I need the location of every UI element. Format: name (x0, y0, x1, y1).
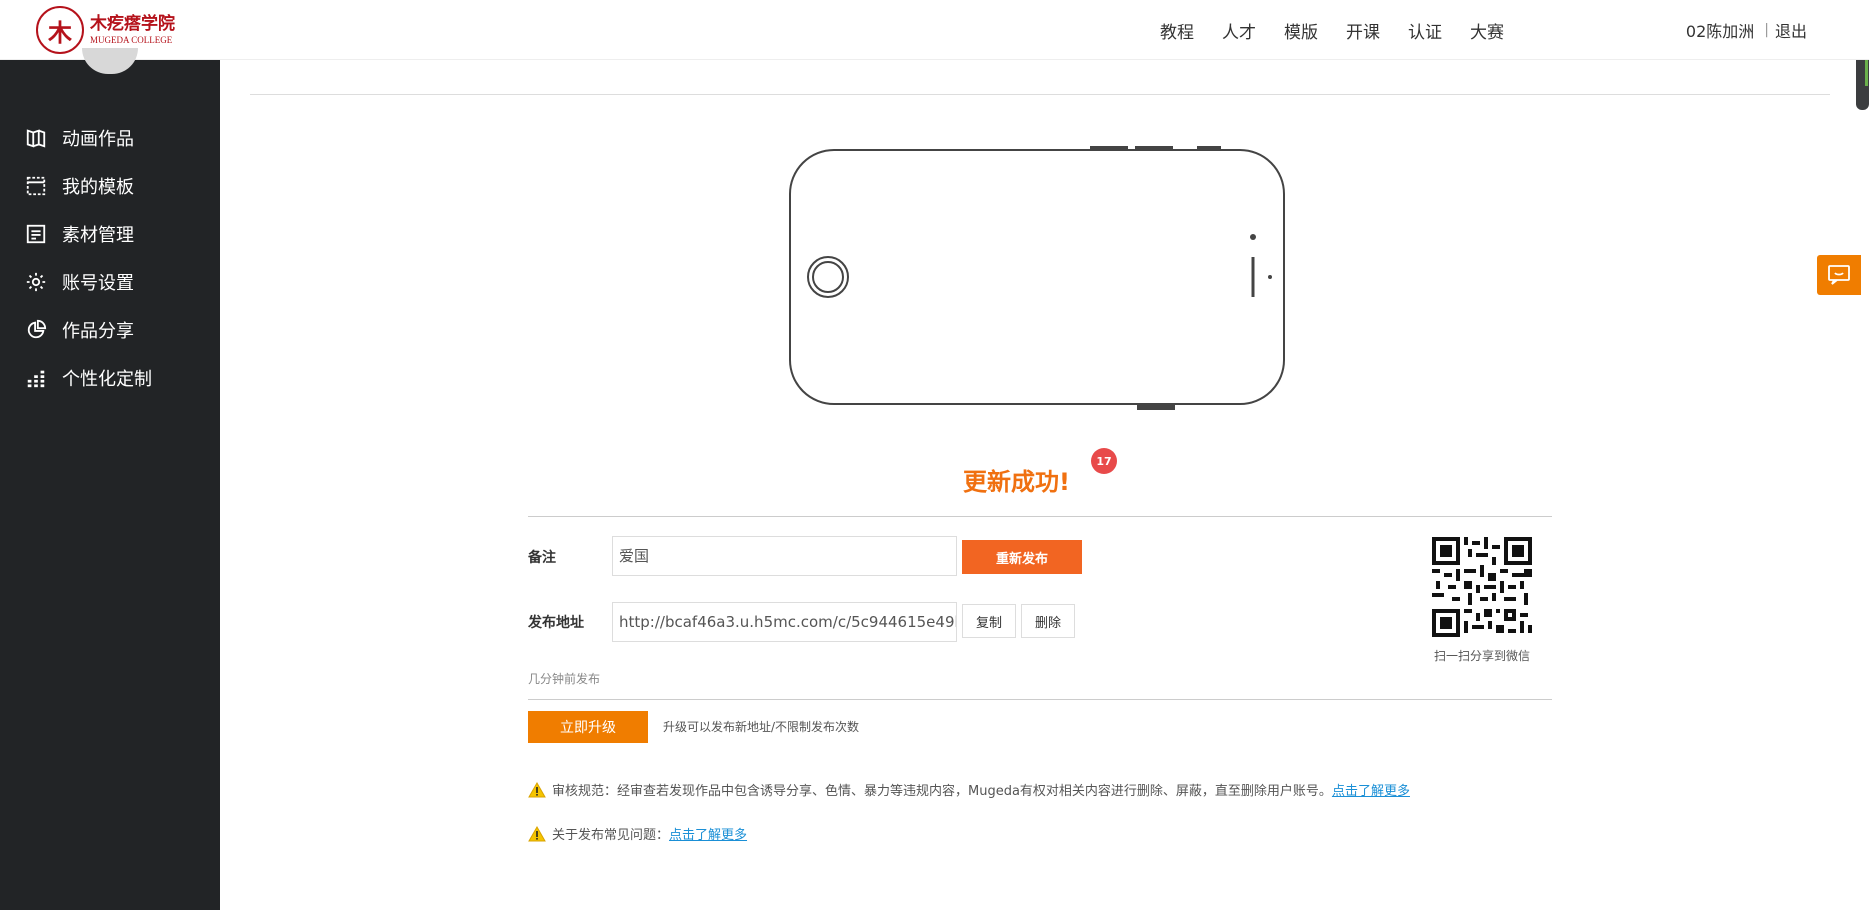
sidebar-item-settings[interactable]: 账号设置 (0, 258, 220, 306)
divider (528, 516, 1552, 517)
delete-button[interactable]: 删除 (1021, 604, 1075, 638)
sidebar-item-label: 个性化定制 (62, 369, 152, 390)
learn-more-link[interactable]: 点击了解更多 (1332, 780, 1410, 799)
logo-subtitle: MUGEDA COLLEGE (90, 35, 173, 45)
warning-icon (528, 825, 546, 841)
logout-link[interactable]: 退出 (1775, 18, 1807, 42)
nav-certification[interactable]: 认证 (1408, 18, 1442, 43)
feedback-button[interactable] (1817, 255, 1861, 295)
logo-seal-icon: 木 (36, 6, 84, 54)
qr-caption: 扫一扫分享到微信 (1434, 649, 1531, 663)
logo-title: 木疙瘩学院 (90, 14, 175, 34)
notice-text: 审核规范：经审查若发现作品中包含诱导分享、色情、暴力等违规内容，Mugeda有权… (552, 784, 1332, 799)
logo[interactable]: 木 木疙瘩学院 MUGEDA COLLEGE (36, 6, 175, 54)
divider (250, 94, 1830, 95)
copy-button[interactable]: 复制 (962, 604, 1016, 638)
sidebar-item-label: 我的模板 (62, 177, 134, 198)
notice-text: 关于发布常见问题： (552, 828, 670, 843)
address-input[interactable]: http://bcaf46a3.u.h5mc.com/c/5c944615e49… (612, 602, 957, 642)
publish-time: 几分钟前发布 (528, 672, 601, 686)
template-icon (24, 174, 48, 198)
nav-tutorial[interactable]: 教程 (1160, 18, 1194, 43)
username-link[interactable]: 02陈加洲 (1686, 18, 1754, 42)
nav-course[interactable]: 开课 (1346, 18, 1380, 43)
learn-more-link[interactable]: 点击了解更多 (669, 824, 747, 843)
sidebar: 动画作品 我的模板 素材管理 账号设置 作品分享 个性化定制 (0, 60, 220, 910)
sidebar-item-animations[interactable]: 动画作品 (0, 114, 220, 162)
note-label: 备注 (528, 550, 556, 566)
notice-publish-faq: 关于发布常见问题： 点击了解更多 (528, 824, 747, 843)
divider (528, 699, 1552, 700)
book-icon (24, 126, 48, 150)
note-input[interactable]: 爱国 (612, 536, 957, 576)
sidebar-item-share[interactable]: 作品分享 (0, 306, 220, 354)
sidebar-item-assets[interactable]: 素材管理 (0, 210, 220, 258)
main-nav: 教程 人才 模版 开课 认证 大赛 (1160, 18, 1532, 43)
sidebar-item-label: 作品分享 (62, 321, 134, 342)
sidebar-item-label: 账号设置 (62, 273, 134, 294)
sidebar-item-label: 素材管理 (62, 225, 134, 246)
nav-talent[interactable]: 人才 (1222, 18, 1256, 43)
chat-smile-icon (1828, 265, 1850, 285)
divider: | (1764, 22, 1769, 38)
pie-chart-icon (24, 318, 48, 342)
nav-template[interactable]: 模版 (1284, 18, 1318, 43)
sidebar-item-customize[interactable]: 个性化定制 (0, 354, 220, 402)
success-message: 更新成功! (963, 468, 1070, 496)
gear-icon (24, 270, 48, 294)
sidebar-item-templates[interactable]: 我的模板 (0, 162, 220, 210)
folder-icon (24, 222, 48, 246)
republish-button[interactable]: 重新发布 (962, 540, 1082, 574)
bars-icon (24, 366, 48, 390)
sidebar-item-label: 动画作品 (62, 129, 134, 150)
notice-review-policy: 审核规范：经审查若发现作品中包含诱导分享、色情、暴力等违规内容，Mugeda有权… (528, 780, 1410, 799)
warning-icon (528, 781, 546, 797)
address-label: 发布地址 (528, 615, 584, 631)
phone-preview (788, 144, 1288, 418)
notification-badge: 17 (1091, 448, 1117, 474)
upgrade-button[interactable]: 立即升级 (528, 711, 648, 743)
nav-contest[interactable]: 大赛 (1470, 18, 1504, 43)
upgrade-note: 升级可以发布新地址/不限制发布次数 (663, 720, 860, 734)
top-header: 木 木疙瘩学院 MUGEDA COLLEGE 教程 人才 模版 开课 认证 大赛… (0, 0, 1869, 60)
user-area: 02陈加洲 | 退出 (1686, 18, 1807, 42)
qr-code (1432, 537, 1532, 637)
